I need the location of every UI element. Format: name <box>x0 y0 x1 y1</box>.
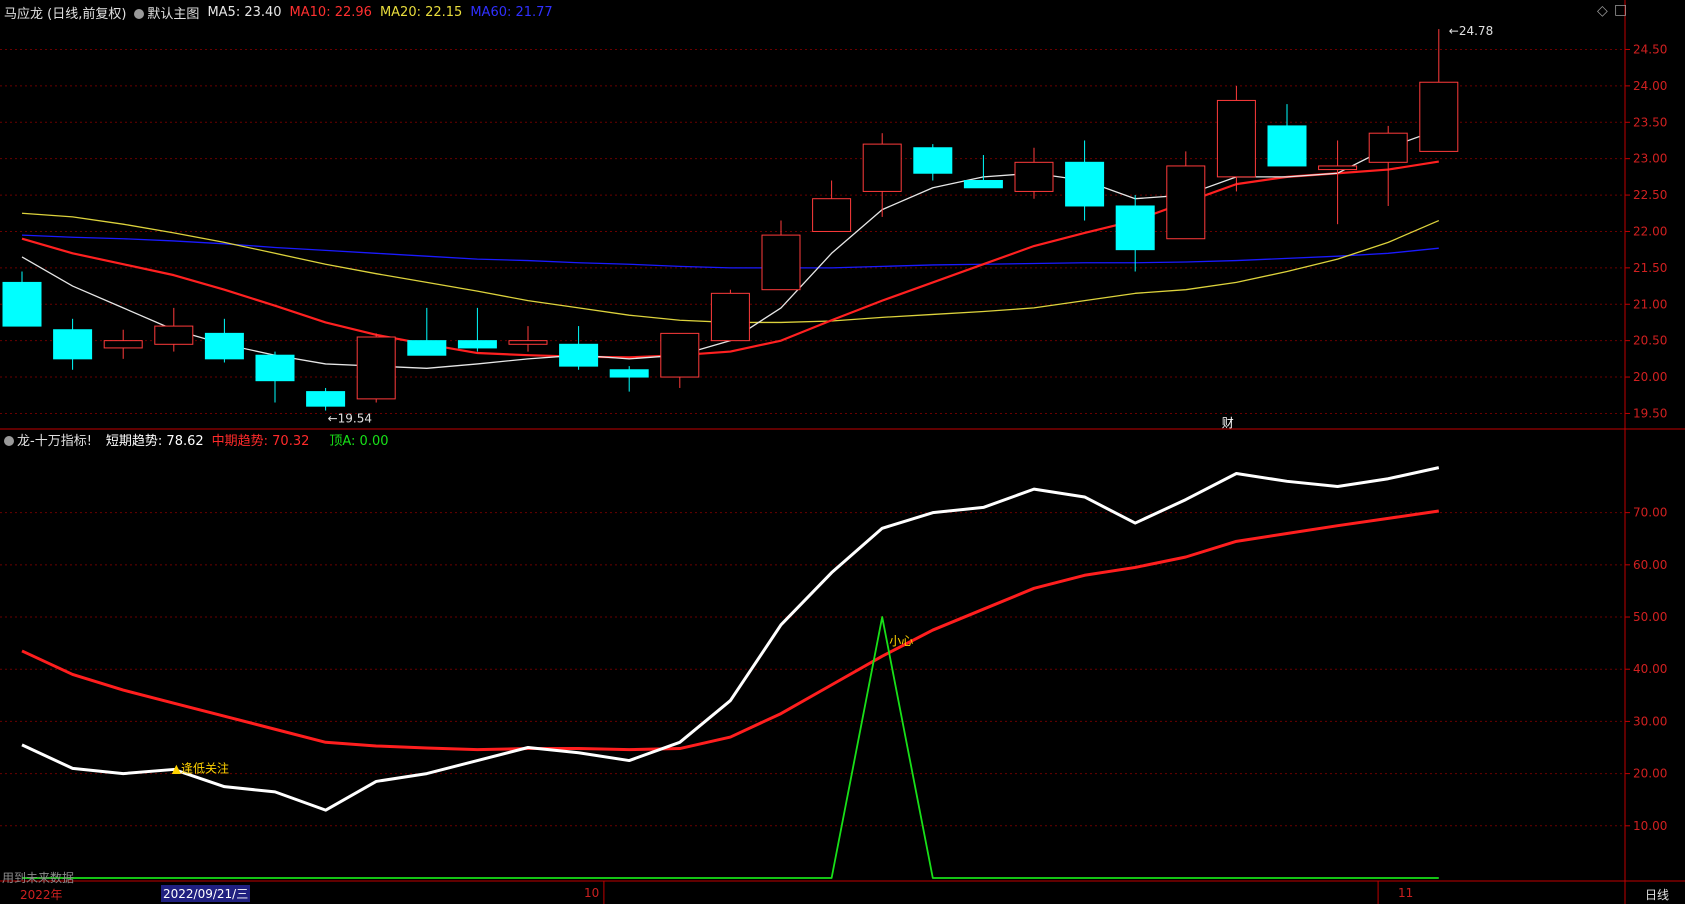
indicator-header: 龙-十万指标! 短期趋势: 78.62 中期趋势: 70.32 顶A: 0.00 <box>4 430 389 449</box>
candle-down <box>53 329 93 360</box>
candle-up <box>1419 81 1459 152</box>
mid-trend-line <box>21 509 1440 752</box>
candle-down <box>559 343 599 367</box>
price-tick-label: 21.50 <box>1633 261 1667 275</box>
candle-up <box>1216 99 1256 178</box>
price-tick-label: 23.50 <box>1633 115 1667 129</box>
candle-down <box>963 180 1003 189</box>
chart-canvas[interactable]: 19.50 20.00 20.50 21.00 21.50 22.00 22.50 23.00… <box>0 0 1685 904</box>
diamond-icon[interactable]: ◇ <box>1597 3 1608 19</box>
candle-up <box>862 143 902 192</box>
top-a-line <box>22 616 1439 879</box>
top-a-value: 顶A: 0.00 <box>329 433 389 449</box>
indicator-tick-label: 20.00 <box>1633 767 1667 781</box>
candle-up <box>1166 165 1206 240</box>
caution-label: 小心 <box>889 634 913 648</box>
buy-signal-label: ▲逢低关注 <box>172 760 229 775</box>
indicator-tick-label: 10.00 <box>1633 819 1667 833</box>
indicator-tick-label: 70.00 <box>1633 506 1667 520</box>
settings-icon <box>134 9 145 19</box>
indicator-tick-label: 60.00 <box>1633 558 1667 572</box>
candle-down <box>255 354 295 382</box>
ma60-value: MA60: 21.77 <box>470 4 553 20</box>
price-tick-label: 21.00 <box>1633 297 1667 311</box>
month-oct-label: 10 <box>584 886 600 900</box>
price-tick-label: 23.00 <box>1633 152 1667 166</box>
ma20-value: MA20: 22.15 <box>379 4 463 20</box>
candle-up <box>812 198 852 232</box>
candle-up <box>1368 132 1408 163</box>
candle-down <box>609 369 649 378</box>
stock-title[interactable]: 马应龙 (日线,前复权) <box>4 3 126 22</box>
candle-down <box>913 147 953 174</box>
indicator-tick-label: 30.00 <box>1633 714 1667 728</box>
candle-up <box>508 340 548 345</box>
main-chart-label: 默认主图 <box>147 6 200 22</box>
cursor-date: 2022/09/21/三 <box>161 885 251 902</box>
candle-down <box>204 332 244 360</box>
candle-down <box>1267 125 1307 167</box>
ma10-value: MA10: 22.96 <box>289 4 372 20</box>
price-chart-header: 马应龙 (日线,前复权) 默认主图 MA5: 23.40 MA10: 22.96… <box>4 3 553 22</box>
indicator-tick-label: 40.00 <box>1633 662 1667 676</box>
candle-down <box>1065 161 1105 207</box>
short-trend-line <box>21 466 1440 812</box>
price-tick-label: 24.50 <box>1633 42 1667 56</box>
candle-up <box>154 325 194 345</box>
extreme-price-label: ←19.54 <box>328 412 372 426</box>
price-tick-label: 20.00 <box>1633 370 1667 384</box>
indicator-title: 龙-十万指标! <box>17 433 92 449</box>
main-chart-selector[interactable]: 默认主图 <box>134 3 199 22</box>
price-tick-label: 20.50 <box>1633 334 1667 348</box>
candle-up <box>710 292 750 342</box>
price-tick-label: 22.50 <box>1633 188 1667 202</box>
candle-up <box>103 340 143 349</box>
indicator-selector[interactable]: 龙-十万指标! <box>4 430 92 449</box>
price-tick-label: 19.50 <box>1633 406 1667 420</box>
future-data-note: 用到未来数据 <box>2 871 75 885</box>
candle-up <box>660 332 700 378</box>
candle-up <box>1014 161 1054 192</box>
candle-down <box>1115 205 1155 251</box>
indicator-tick-label: 50.00 <box>1633 610 1667 624</box>
short-trend-value: 短期趋势: 78.62 <box>105 433 204 449</box>
period-selector[interactable]: 日线 <box>1645 886 1669 903</box>
mid-trend-value: 中期趋势: 70.32 <box>211 433 310 449</box>
price-tick-label: 22.00 <box>1633 224 1667 238</box>
candle-down <box>2 281 42 327</box>
ma60-line <box>21 234 1439 269</box>
month-nov-label: 11 <box>1398 886 1414 900</box>
candle-down <box>457 340 497 349</box>
candle-down <box>407 340 447 356</box>
candle-up <box>356 336 396 400</box>
finance-marker: 财 <box>1222 416 1234 430</box>
extreme-price-label: ←24.78 <box>1449 24 1493 38</box>
candle-up <box>761 234 801 291</box>
candle-down <box>306 391 346 407</box>
year-label: 2022年 <box>20 888 63 902</box>
ma5-value: MA5: 23.40 <box>207 4 282 20</box>
settings-icon <box>4 436 14 446</box>
maximize-icon[interactable]: □ <box>1614 2 1627 18</box>
price-tick-label: 24.00 <box>1633 79 1667 93</box>
candle-up <box>1318 165 1358 171</box>
